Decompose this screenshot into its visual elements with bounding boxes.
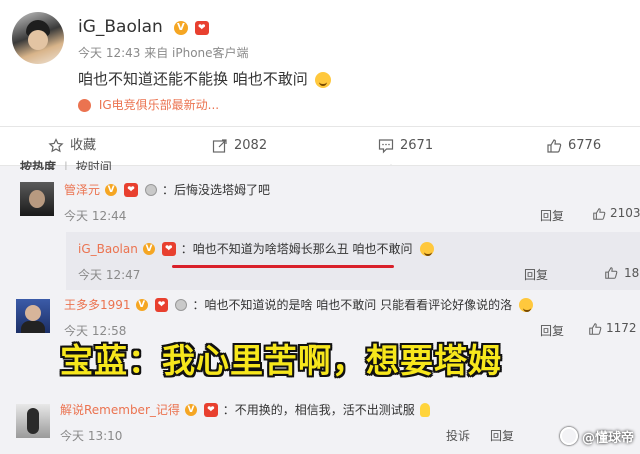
comment-3-line: 解说Remember_记得 V ❤ ：不用换的，相信我，活不出测试服 [60,401,430,417]
repost-button[interactable]: 2082 [212,127,267,165]
watermark: @懂球帝 [559,424,634,448]
author-name[interactable]: iG_Baolan [78,17,163,37]
post-meta: 今天 12:43 来自 iPhone客户端 [78,46,249,60]
comment-like-button[interactable]: 2103 [592,206,640,221]
comment-like-count: 2103 [610,206,640,220]
watermark-logo-icon [559,427,578,445]
comment-text: ：不用换的，相信我，活不出测试服 [222,403,415,417]
comment-time: 今天 12:44 [64,209,127,223]
post-link[interactable]: IG电竞俱乐部最新动... [78,96,219,113]
comment-text: ：后悔没选塔姆了吧 [161,183,270,197]
smile-emoji-icon [519,297,534,312]
repost-count: 2082 [234,138,268,153]
tab-hot[interactable]: 按热度 [20,160,56,170]
favorite-label: 收藏 [70,138,97,153]
verified-icon: V [173,20,188,35]
tab-time[interactable]: 按时间 [76,160,112,170]
tab-divider: | [63,160,68,170]
thumbs-up-icon [593,207,606,220]
vip-badge-icon: ❤ [162,241,176,256]
vip-badge-icon: ❤ [154,297,169,312]
commenter-name[interactable]: 王多多1991 [64,298,131,312]
repost-icon [212,138,227,153]
author-name-row: iG_Baolan V ❤ [78,16,209,38]
reply-time: 今天 12:47 [78,268,141,282]
reply-text: ：咱也不知道为啥塔姆长那么丑 咱也不敢问 [180,242,413,256]
overlay-caption: 宝蓝：我心里苦啊，想要塔姆 [60,341,502,380]
vip-badge-icon: ❤ [204,402,218,417]
author-avatar[interactable] [12,12,64,64]
crying-emoji-icon [419,241,434,256]
verified-icon: V [135,298,148,311]
post-text-row: 咱也不知道还能不能换 咱也不敢问 [78,68,331,89]
reply-author-name[interactable]: iG_Baolan [78,242,138,256]
commenter-avatar[interactable] [16,404,50,438]
comment-count: 2671 [400,138,434,153]
commenter-avatar[interactable] [20,182,54,216]
verified-icon: V [184,403,197,416]
star-icon [48,137,64,152]
commenter-name[interactable]: 管泽元 [64,183,100,197]
verified-icon: V [142,242,155,255]
comment-text: ：咱也不知道说的是啥 咱也不敢问 只能看看评论好像说的洛 [192,298,513,312]
link-icon [78,99,91,112]
comment-time: 今天 13:10 [60,429,123,443]
vip-badge-icon: ❤ [124,182,138,197]
reply-button[interactable]: 回复 [540,322,564,339]
reply-like-button[interactable] [604,265,622,280]
thumbs-up-icon [547,138,562,153]
reply-reply-button[interactable]: 回复 [524,266,548,283]
reply-like-count: 1870 [624,266,640,280]
commenter-avatar[interactable] [16,299,50,333]
comment-2-line: 王多多1991 V ❤ ：咱也不知道说的是啥 咱也不敢问 只能看看评论好像说的洛 [64,296,534,312]
vip-badge-icon: ❤ [194,20,209,35]
post-text: 咱也不知道还能不能换 咱也不敢问 [78,70,308,88]
reply-line: iG_Baolan V ❤ ：咱也不知道为啥塔姆长那么丑 咱也不敢问 [78,240,434,256]
report-button[interactable]: 投诉 [446,427,470,444]
comment-icon [378,138,394,153]
comment-like-button[interactable]: 1172 [588,321,637,336]
comment-1-line: 管泽元 V ❤ ：后悔没选塔姆了吧 [64,181,270,197]
medal-icon [144,183,157,196]
verified-icon: V [105,183,118,196]
medal-icon [175,298,188,311]
thumbs-up-icon [605,266,618,279]
reply-button[interactable]: 回复 [540,207,564,224]
bulb-icon [419,402,430,417]
comment-like-count: 1172 [606,321,637,335]
thumbs-up-icon [589,322,602,335]
smile-emoji-icon [314,71,331,88]
sort-tabs: 按热度 | 按时间 [20,158,112,170]
comment-button[interactable]: 2671 [378,127,433,165]
post-link-label: IG电竞俱乐部最新动... [98,98,220,112]
watermark-text: @懂球帝 [581,430,634,446]
reply-button[interactable]: 回复 [490,427,514,444]
commenter-name[interactable]: 解说Remember_记得 [60,403,180,417]
like-count: 6776 [568,138,602,153]
like-button[interactable]: 6776 [546,127,601,165]
red-underline [172,265,394,268]
